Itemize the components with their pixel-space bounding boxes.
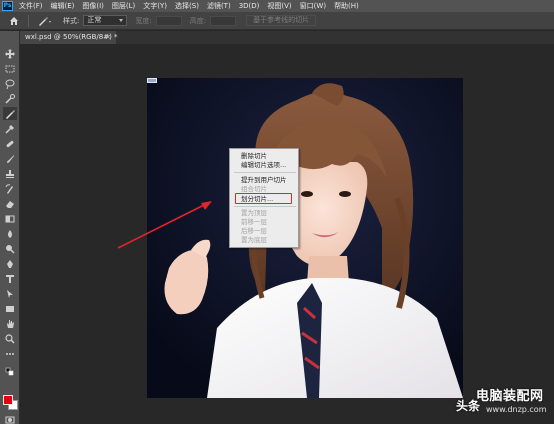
history-brush-icon[interactable] <box>3 182 17 195</box>
photoshop-window: Ps 文件(F) 编辑(E) 图像(I) 图层(L) 文字(Y) 选择(S) 滤… <box>0 0 554 424</box>
watermark-site-name: 电脑装配网 <box>476 389 544 404</box>
menu-window[interactable]: 窗口(W) <box>300 1 326 11</box>
menu-item-edit-slice-options[interactable]: 编辑切片选项... <box>241 161 286 169</box>
options-bar: 样式: 正常 宽度: 高度: 基于参考线的切片 <box>0 12 554 30</box>
height-field <box>210 15 237 26</box>
menu-type[interactable]: 文字(Y) <box>143 1 167 11</box>
slice-badge-icon <box>147 78 157 83</box>
slice-icon[interactable] <box>3 107 17 120</box>
watermark-url: www.dnzp.com <box>486 405 547 414</box>
healing-icon[interactable] <box>3 137 17 150</box>
menu-divider <box>234 172 296 173</box>
menu-item-bring-forward: 前移一层 <box>241 218 267 226</box>
dodge-icon[interactable] <box>3 242 17 255</box>
home-button[interactable] <box>6 14 22 28</box>
ps-logo: Ps <box>2 1 13 11</box>
menu-item-combine-slices: 组合切片 <box>241 185 267 193</box>
blur-icon[interactable] <box>3 227 17 240</box>
menu-file[interactable]: 文件(F) <box>19 1 43 11</box>
home-icon <box>10 16 18 25</box>
eyedropper-icon[interactable] <box>3 122 17 135</box>
style-value: 正常 <box>87 16 102 24</box>
reset-colors-icon[interactable] <box>3 365 17 378</box>
menu-item-delete-slice[interactable]: 删除切片 <box>241 152 267 160</box>
width-field <box>155 15 182 26</box>
document-tab[interactable]: wxl.psd @ 50%(RGB/8#) * × <box>20 31 118 44</box>
document-canvas[interactable] <box>147 78 463 398</box>
chevron-down-icon <box>119 19 124 22</box>
menu-filter[interactable]: 滤镜(T) <box>207 1 231 11</box>
marquee-icon[interactable] <box>3 62 17 75</box>
width-label: 宽度: <box>135 16 152 25</box>
menu-help[interactable]: 帮助(H) <box>334 1 359 11</box>
highlight-box <box>235 193 292 204</box>
foreground-color-swatch[interactable] <box>3 395 13 405</box>
slices-from-guides-button[interactable]: 基于参考线的切片 <box>246 15 317 26</box>
move-icon[interactable] <box>3 47 17 60</box>
tools-panel <box>0 31 20 424</box>
type-icon[interactable] <box>3 272 17 285</box>
photo-image <box>147 78 463 398</box>
menu-image[interactable]: 图像(I) <box>82 1 104 11</box>
menu-item-promote-to-user-slice[interactable]: 提升到用户切片 <box>241 176 287 184</box>
style-select[interactable]: 正常 <box>83 15 128 26</box>
menu-item-send-to-back: 置为底层 <box>241 236 267 244</box>
eraser-icon[interactable] <box>3 197 17 210</box>
menu-edit[interactable]: 编辑(E) <box>51 1 75 11</box>
menu-divider <box>234 206 296 207</box>
quick-mask-icon[interactable] <box>3 413 17 424</box>
slice-tool-icon <box>39 16 51 26</box>
gradient-icon[interactable] <box>3 212 17 225</box>
shape-icon[interactable] <box>3 302 17 315</box>
menu-bar: Ps 文件(F) 编辑(E) 图像(I) 图层(L) 文字(Y) 选择(S) 滤… <box>0 0 554 12</box>
stamp-icon[interactable] <box>3 167 17 180</box>
document-title: wxl.psd @ 50%(RGB/8#) * <box>25 33 118 41</box>
menu-item-send-backward: 后移一层 <box>241 227 267 235</box>
hand-icon[interactable] <box>3 317 17 330</box>
menu-layer[interactable]: 图层(L) <box>112 1 135 11</box>
menu-select[interactable]: 选择(S) <box>175 1 199 11</box>
document-tab-bar: wxl.psd @ 50%(RGB/8#) * × <box>20 31 554 44</box>
menu-view[interactable]: 视图(V) <box>267 1 291 11</box>
menu-item-bring-to-front: 置为顶层 <box>241 209 267 217</box>
lasso-icon[interactable] <box>3 77 17 90</box>
height-label: 高度: <box>189 16 207 25</box>
path-select-icon[interactable] <box>3 287 17 300</box>
slice-context-menu: 删除切片 编辑切片选项... 提升到用户切片 组合切片 划分切片... 置为顶层… <box>229 148 299 248</box>
quick-select-icon[interactable] <box>3 92 17 105</box>
close-icon[interactable]: × <box>105 31 111 44</box>
menu-3d[interactable]: 3D(D) <box>239 2 260 10</box>
pen-icon[interactable] <box>3 257 17 270</box>
more-icon[interactable] <box>3 347 17 360</box>
brush-icon[interactable] <box>3 152 17 165</box>
divider <box>28 14 29 27</box>
zoom-icon[interactable] <box>3 332 17 345</box>
tool-preset-picker[interactable] <box>35 14 55 28</box>
style-label: 样式: <box>63 16 80 25</box>
watermark-source: 头条 <box>456 399 481 413</box>
